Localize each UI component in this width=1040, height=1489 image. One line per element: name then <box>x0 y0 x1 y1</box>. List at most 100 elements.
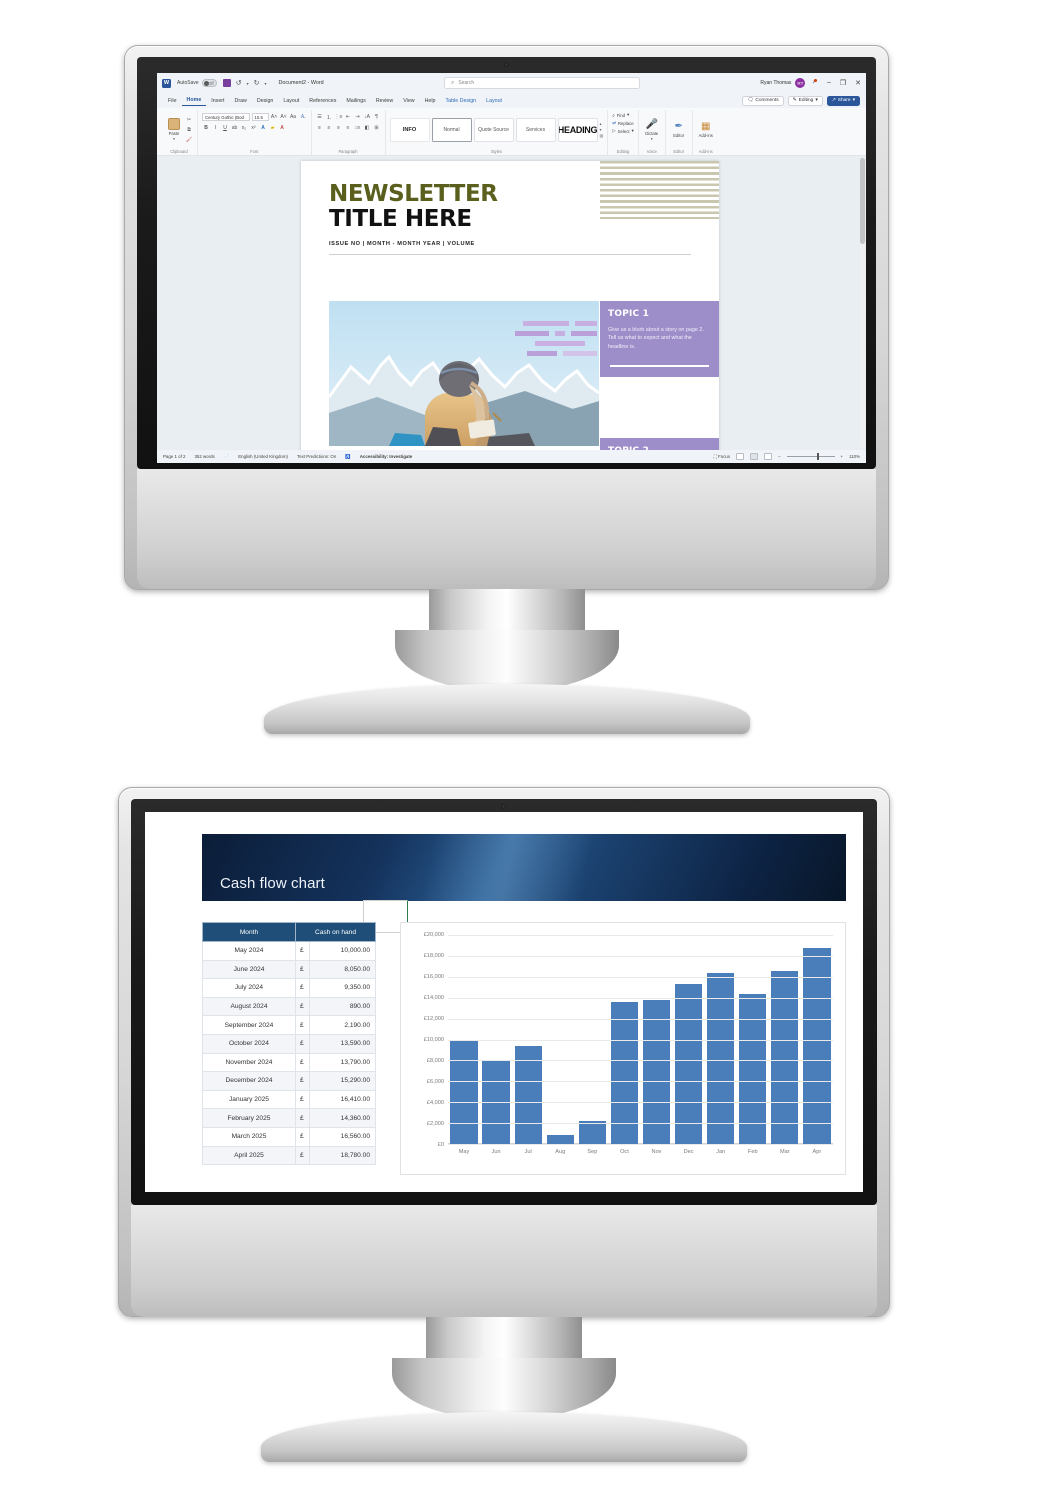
style-info[interactable]: INFO <box>389 117 430 142</box>
tab-review[interactable]: Review <box>371 96 398 106</box>
chart-bar[interactable] <box>578 1121 607 1144</box>
cash-flow-chart[interactable]: May Jun Jul Aug Sep Oct Nov Dec Jan Feb Mar Apr £0 £… <box>400 922 846 1175</box>
tab-file[interactable]: File <box>163 96 182 106</box>
align-center-icon[interactable]: ≡ <box>325 124 333 132</box>
table-row[interactable]: November 2024 £13,790.00 <box>202 1052 377 1073</box>
chevron-down-icon[interactable]: ▾ <box>173 137 175 141</box>
scissors-icon[interactable]: ✂ <box>185 116 193 124</box>
newsletter-meta-line[interactable]: ISSUE NO | MONTH - MONTH YEAR | VOLUME <box>301 231 719 247</box>
paragraph-marks-icon[interactable]: ¶ <box>373 113 381 121</box>
web-layout-icon[interactable] <box>764 453 773 460</box>
style-services[interactable]: Services <box>515 117 556 142</box>
print-layout-icon[interactable] <box>750 453 759 460</box>
sort-icon[interactable]: ↓A <box>363 113 371 121</box>
table-row[interactable]: February 2025 £14,360.00 <box>202 1108 377 1128</box>
newsletter-photo[interactable] <box>329 301 599 446</box>
table-row[interactable]: May 2024 £10,000.00 <box>202 941 377 961</box>
format-painter-icon[interactable]: 🖌 <box>185 136 193 144</box>
multilevel-list-icon[interactable]: ⋮≡ <box>335 113 343 121</box>
addins-button[interactable]: ▦ Add-ins <box>697 121 715 138</box>
zoom-slider-knob[interactable] <box>816 453 819 460</box>
replace-button[interactable]: ⇄ Replace <box>612 120 633 126</box>
table-row[interactable]: December 2024 £15,290.00 <box>202 1071 377 1091</box>
autosave-control[interactable]: AutoSave Off <box>177 79 217 87</box>
styles-more-icon[interactable]: ▤ <box>600 133 604 138</box>
style-normal[interactable]: Normal <box>431 117 472 142</box>
bullets-icon[interactable]: ☰ <box>316 113 324 121</box>
A-down-icon[interactable]: A˅ <box>280 113 288 121</box>
search-input[interactable]: ⌕ Search <box>444 77 640 89</box>
zoom-slider[interactable] <box>786 453 835 460</box>
share-button[interactable]: ↗ Share ▾ <box>826 95 860 106</box>
table-row[interactable]: October 2024 £13,590.00 <box>202 1033 377 1054</box>
chart-bar[interactable] <box>674 984 703 1144</box>
shading-icon[interactable]: ◧ <box>363 124 371 132</box>
focus-button[interactable]: ⛶ Focus <box>714 454 730 459</box>
chart-bar[interactable] <box>450 1039 478 1144</box>
document-page[interactable]: NEWSLETTER TITLE HERE ISSUE NO | MONTH -… <box>301 161 719 450</box>
table-row[interactable]: January 2025 £16,410.00 <box>202 1089 377 1110</box>
superscript-icon[interactable]: x² <box>250 124 258 132</box>
justify-icon[interactable]: ≡ <box>344 124 352 132</box>
read-mode-icon[interactable] <box>736 453 745 460</box>
chart-bar[interactable] <box>739 993 767 1144</box>
zoom-level[interactable]: 110% <box>849 454 860 459</box>
style-heading[interactable]: HEADING <box>557 117 598 142</box>
document-canvas[interactable]: NEWSLETTER TITLE HERE ISSUE NO | MONTH -… <box>157 156 866 450</box>
language-indicator[interactable]: English (United Kingdom) <box>238 454 288 459</box>
table-row[interactable]: July 2024 £9,350.00 <box>202 978 377 998</box>
strikethrough-icon[interactable]: ab <box>231 124 239 132</box>
tab-help[interactable]: Help <box>420 96 441 106</box>
scrollbar-thumb[interactable] <box>860 158 865 244</box>
page-indicator[interactable]: Page 1 of 2 <box>163 454 185 459</box>
column-header-cash-on-hand[interactable]: Cash on hand <box>294 922 377 942</box>
tab-table-design[interactable]: Table Design <box>441 96 482 106</box>
font-color-icon[interactable]: A <box>278 124 286 132</box>
word-count[interactable]: 352 words <box>194 454 214 459</box>
bold-button[interactable]: B <box>202 124 210 132</box>
autosave-toggle[interactable]: Off <box>201 79 217 87</box>
text-effects-icon[interactable]: A <box>259 124 267 132</box>
increase-indent-icon[interactable]: ⇥ <box>354 113 362 121</box>
paste-button[interactable]: Paste ▾ <box>165 118 183 141</box>
tab-layout[interactable]: Layout <box>278 96 304 106</box>
tab-design[interactable]: Design <box>252 96 279 106</box>
dictate-button[interactable]: 🎤 Dictate ▾ <box>643 119 661 141</box>
tab-table-layout[interactable]: Layout <box>481 96 507 106</box>
chart-bar[interactable] <box>546 1134 574 1144</box>
font-name-input[interactable]: Century Gothic (Bod <box>202 113 250 121</box>
close-button[interactable]: ✕ <box>855 79 861 87</box>
column-header-month[interactable]: Month <box>202 922 296 942</box>
accessibility-status[interactable]: Accessibility: Investigate <box>360 454 412 459</box>
tab-mailings[interactable]: Mailings <box>341 96 370 106</box>
editor-button[interactable]: ✒ Editor <box>670 121 688 138</box>
find-button[interactable]: ⌕ Find ▾ <box>612 112 629 118</box>
tab-view[interactable]: View <box>398 96 419 106</box>
italic-button[interactable]: I <box>212 124 220 132</box>
table-row[interactable]: March 2025 £16,560.00 <box>202 1126 377 1147</box>
save-icon[interactable] <box>222 79 231 87</box>
align-right-icon[interactable]: ≡ <box>335 124 343 132</box>
restore-button[interactable]: ❐ <box>840 79 846 87</box>
undo-dropdown-icon[interactable]: ▾ <box>247 81 249 86</box>
user-account[interactable]: Ryan Thomas RT <box>760 78 806 88</box>
tab-home[interactable]: Home <box>181 95 207 106</box>
tab-insert[interactable]: Insert <box>206 96 229 106</box>
qat-customize-icon[interactable]: ▾ <box>264 81 266 86</box>
tab-draw[interactable]: Draw <box>230 96 252 106</box>
lightbulb-icon[interactable]: ♀ <box>811 79 817 86</box>
style-quote-source[interactable]: Quote Source <box>473 117 514 142</box>
numbering-icon[interactable]: ⒈ <box>325 113 333 121</box>
text-predictions-status[interactable]: Text Predictions: On <box>297 454 336 459</box>
underline-button[interactable]: U <box>221 124 229 132</box>
clear-formatting-icon[interactable]: A̶ <box>299 113 307 121</box>
table-row[interactable]: August 2024 £890.00 <box>202 996 377 1017</box>
zoom-in-button[interactable]: + <box>841 454 844 459</box>
styles-scroll-up-icon[interactable]: ▴ <box>600 121 604 126</box>
document-scrollbar[interactable] <box>860 158 865 448</box>
comments-button[interactable]: 🗨 Comments <box>742 95 784 106</box>
cash-flow-table[interactable]: Month Cash on hand May 2024 £10,000.00 Ju… <box>202 922 377 1166</box>
styles-scroll-down-icon[interactable]: ▾ <box>600 127 604 132</box>
Aa-icon[interactable]: Aa <box>289 113 297 121</box>
borders-icon[interactable]: ⊞ <box>373 124 381 132</box>
